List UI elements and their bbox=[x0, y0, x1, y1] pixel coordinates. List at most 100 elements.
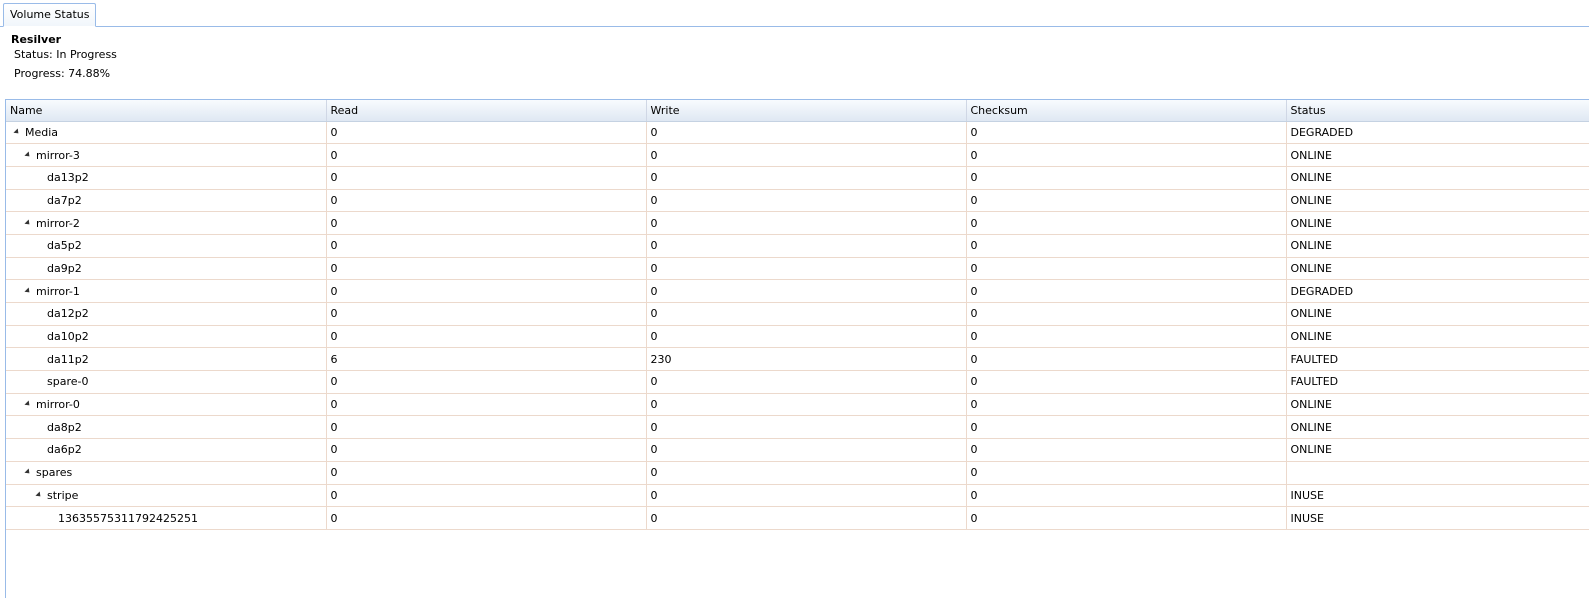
table-row[interactable]: da12p2 0 0 0 ONLINE bbox=[6, 302, 1589, 326]
cell-name: da9p2 bbox=[6, 257, 327, 281]
cell-read: 0 bbox=[326, 415, 647, 440]
row-name-label: mirror-0 bbox=[36, 398, 80, 412]
cell-status bbox=[1286, 461, 1589, 485]
cell-read: 0 bbox=[326, 211, 647, 235]
cell-write: 0 bbox=[646, 121, 967, 145]
cell-read: 0 bbox=[326, 506, 647, 530]
table-row[interactable]: spares 0 0 0 bbox=[6, 461, 1589, 485]
table-row[interactable]: spare-0 0 0 0 FAULTED bbox=[6, 370, 1589, 394]
table-row[interactable]: da6p2 0 0 0 ONLINE bbox=[6, 438, 1589, 462]
row-name-label: da10p2 bbox=[47, 330, 89, 344]
column-header-read[interactable]: Read bbox=[326, 100, 647, 122]
table-row[interactable]: da10p2 0 0 0 ONLINE bbox=[6, 325, 1589, 349]
cell-name: da10p2 bbox=[6, 325, 327, 349]
table-row[interactable]: da8p2 0 0 0 ONLINE bbox=[6, 415, 1589, 440]
cell-name: da7p2 bbox=[6, 189, 327, 213]
row-name-label: spare-0 bbox=[47, 375, 89, 389]
row-name-label: da6p2 bbox=[47, 443, 82, 457]
row-name-label: 13635575311792425251 bbox=[58, 511, 198, 525]
expand-toggle-icon[interactable] bbox=[24, 219, 32, 227]
resilver-status: Status: In Progress bbox=[14, 48, 117, 61]
cell-read: 6 bbox=[326, 347, 647, 372]
cell-name: stripe bbox=[6, 484, 327, 508]
resilver-progress: Progress: 74.88% bbox=[14, 67, 111, 80]
column-header-write[interactable]: Write bbox=[646, 100, 967, 122]
row-name-label: da9p2 bbox=[47, 261, 82, 275]
cell-checksum: 0 bbox=[966, 234, 1287, 258]
column-header-name[interactable]: Name bbox=[6, 100, 327, 122]
row-name-label: da8p2 bbox=[47, 420, 82, 434]
expand-toggle-icon[interactable] bbox=[24, 150, 32, 159]
row-name-label: da5p2 bbox=[47, 239, 82, 253]
table-row[interactable]: stripe 0 0 0 INUSE bbox=[6, 484, 1589, 508]
column-header-status[interactable]: Status bbox=[1286, 100, 1589, 122]
cell-checksum: 0 bbox=[966, 484, 1287, 508]
cell-read: 0 bbox=[326, 325, 647, 349]
volume-tree-grid: Name Read Write Checksum Status Media 0 0 0… bbox=[5, 99, 1589, 598]
row-name-label: spares bbox=[36, 466, 73, 480]
expand-toggle-icon[interactable] bbox=[13, 128, 21, 136]
expand-toggle-icon[interactable] bbox=[24, 400, 32, 408]
volume-table: Name Read Write Checksum Status Media 0 0 0… bbox=[6, 100, 1589, 530]
tab-volume-status[interactable]: Volume Status bbox=[3, 3, 97, 27]
cell-read: 0 bbox=[326, 234, 647, 258]
table-row[interactable]: mirror-3 0 0 0 ONLINE bbox=[6, 143, 1589, 167]
cell-checksum: 0 bbox=[966, 415, 1287, 440]
cell-name: mirror-3 bbox=[6, 143, 327, 167]
cell-checksum: 0 bbox=[966, 143, 1287, 167]
cell-status: FAULTED bbox=[1286, 347, 1589, 372]
cell-read: 0 bbox=[326, 302, 647, 326]
cell-status: ONLINE bbox=[1286, 325, 1589, 349]
cell-checksum: 0 bbox=[966, 121, 1287, 145]
cell-write: 0 bbox=[646, 506, 967, 530]
table-row[interactable]: mirror-0 0 0 0 ONLINE bbox=[6, 393, 1589, 417]
cell-checksum: 0 bbox=[966, 302, 1287, 326]
cell-name: da5p2 bbox=[6, 234, 327, 258]
table-row[interactable]: da13p2 0 0 0 ONLINE bbox=[6, 166, 1589, 190]
cell-name: da6p2 bbox=[6, 438, 327, 462]
row-name-label: mirror-3 bbox=[36, 148, 80, 162]
cell-write: 0 bbox=[646, 415, 967, 440]
cell-name: spare-0 bbox=[6, 370, 327, 394]
expand-toggle-icon[interactable] bbox=[35, 491, 43, 499]
cell-name: da12p2 bbox=[6, 302, 327, 326]
tab-label: Volume Status bbox=[10, 8, 90, 21]
row-name-label: mirror-1 bbox=[36, 284, 80, 298]
cell-status: ONLINE bbox=[1286, 415, 1589, 440]
cell-read: 0 bbox=[326, 461, 647, 485]
column-header-checksum[interactable]: Checksum bbox=[966, 100, 1287, 122]
row-name-label: stripe bbox=[47, 488, 79, 502]
cell-write: 0 bbox=[646, 143, 967, 167]
cell-write: 0 bbox=[646, 257, 967, 281]
table-row[interactable]: da11p2 6 230 0 FAULTED bbox=[6, 347, 1589, 372]
table-row[interactable]: da5p2 0 0 0 ONLINE bbox=[6, 234, 1589, 258]
table-row[interactable]: da7p2 0 0 0 ONLINE bbox=[6, 189, 1589, 213]
table-row[interactable]: mirror-2 0 0 0 ONLINE bbox=[6, 211, 1589, 235]
cell-checksum: 0 bbox=[966, 189, 1287, 213]
cell-name: mirror-2 bbox=[6, 211, 327, 235]
cell-checksum: 0 bbox=[966, 325, 1287, 349]
cell-write: 0 bbox=[646, 484, 967, 508]
cell-status: ONLINE bbox=[1286, 257, 1589, 281]
cell-name: Media bbox=[6, 121, 327, 145]
expand-toggle-icon[interactable] bbox=[24, 468, 32, 476]
table-header-row: Name Read Write Checksum Status bbox=[6, 100, 1589, 122]
cell-read: 0 bbox=[326, 189, 647, 213]
cell-status: ONLINE bbox=[1286, 234, 1589, 258]
cell-write: 0 bbox=[646, 234, 967, 258]
cell-write: 230 bbox=[646, 347, 967, 372]
table-row[interactable]: da9p2 0 0 0 ONLINE bbox=[6, 257, 1589, 281]
cell-checksum: 0 bbox=[966, 461, 1287, 485]
table-row[interactable]: 13635575311792425251 0 0 0 INUSE bbox=[6, 506, 1589, 530]
cell-name: mirror-0 bbox=[6, 393, 327, 417]
cell-checksum: 0 bbox=[966, 370, 1287, 394]
table-row[interactable]: mirror-1 0 0 0 DEGRADED bbox=[6, 279, 1589, 303]
row-name-label: Media bbox=[25, 125, 59, 139]
cell-write: 0 bbox=[646, 279, 967, 303]
cell-checksum: 0 bbox=[966, 257, 1287, 281]
cell-checksum: 0 bbox=[966, 211, 1287, 235]
expand-toggle-icon[interactable] bbox=[24, 287, 32, 295]
cell-status: INUSE bbox=[1286, 484, 1589, 508]
cell-status: DEGRADED bbox=[1286, 279, 1589, 303]
table-row[interactable]: Media 0 0 0 DEGRADED bbox=[6, 121, 1589, 145]
